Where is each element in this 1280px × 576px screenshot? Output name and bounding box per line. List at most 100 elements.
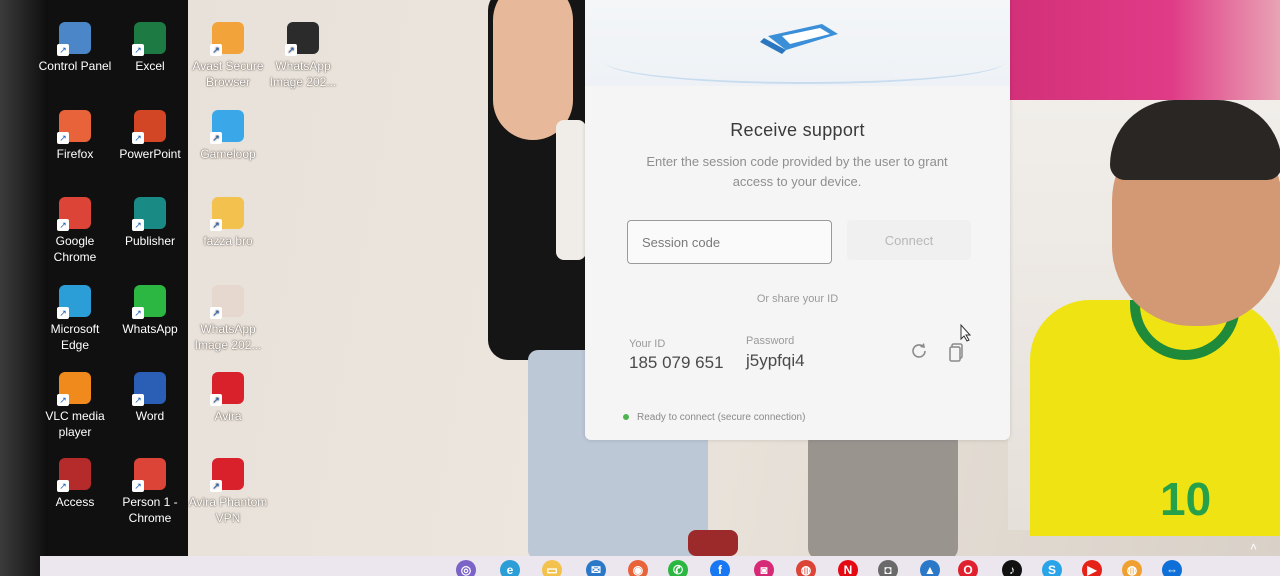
file-explorer-icon[interactable]: ▭: [542, 560, 562, 576]
dialog-title: Receive support: [730, 120, 865, 140]
connection-status: Ready to connect (secure connection): [623, 412, 805, 423]
shortcut-arrow-icon: ↗: [57, 132, 69, 144]
mouse-cursor-icon: [960, 324, 972, 342]
desktop-shortcut[interactable]: ↗ Avast Secure Browser: [188, 22, 268, 90]
taskbar: ◎ e ▭ ✉ ◉ ✆ f ◙ ◍ N ◘ ▲ O ♪ S ▶ ◍ ⇔: [40, 556, 1280, 576]
shortcut-arrow-icon: ↗: [210, 307, 222, 319]
desktop-shortcut[interactable]: ↗ Control Panel: [35, 22, 115, 74]
wallpaper-baby-hair: [1110, 100, 1280, 180]
avira-icon: ↗: [210, 372, 244, 406]
access-icon: ↗: [57, 458, 91, 492]
shortcut-arrow-icon: ↗: [57, 219, 69, 231]
shortcut-arrow-icon: ↗: [57, 307, 69, 319]
desktop-shortcut[interactable]: ↗ PowerPoint: [110, 110, 190, 162]
shortcut-arrow-icon: ↗: [210, 480, 222, 492]
shortcut-arrow-icon: ↗: [132, 132, 144, 144]
desktop-shortcut-label: VLC media player: [45, 409, 105, 439]
copy-id-icon[interactable]: [946, 340, 968, 362]
wallpaper-figure-arm: [493, 0, 573, 140]
dialog-header-banner: [585, 0, 1010, 86]
desktop-shortcut[interactable]: ↗ Avira Phantom VPN: [188, 458, 268, 526]
shortcut-arrow-icon: ↗: [210, 132, 222, 144]
publisher-icon: ↗: [132, 197, 166, 231]
mail-icon[interactable]: ✉: [586, 560, 606, 576]
dialog-description: Enter the session code provided by the u…: [646, 154, 948, 189]
photos-icon[interactable]: ▲: [920, 560, 940, 576]
skype-icon[interactable]: S: [1042, 560, 1062, 576]
teamviewer-icon[interactable]: ⇔: [1162, 560, 1182, 576]
desktop-shortcut[interactable]: ↗ Publisher: [110, 197, 190, 249]
avast-browser-icon: ↗: [210, 22, 244, 56]
facebook-icon[interactable]: f: [710, 560, 730, 576]
gameloop-icon: ↗: [210, 110, 244, 144]
image-file-icon: ↗: [210, 285, 244, 319]
wallpaper-shoe: [688, 530, 738, 556]
control-panel-icon: ↗: [57, 22, 91, 56]
status-text: Ready to connect (secure connection): [637, 412, 806, 423]
desktop-shortcut[interactable]: ↗ Excel: [110, 22, 190, 74]
desktop-shortcut-label: fazza bro: [203, 234, 253, 248]
desktop-shortcut-label: Microsoft Edge: [50, 322, 100, 352]
desktop-shortcut[interactable]: ↗ Person 1 - Chrome: [110, 458, 190, 526]
edge-taskbar-icon[interactable]: e: [500, 560, 520, 576]
desktop-shortcut[interactable]: ↗ Access: [35, 458, 115, 510]
session-code-input[interactable]: [627, 220, 832, 264]
chrome-profile-icon: ↗: [132, 458, 166, 492]
desktop-shortcut[interactable]: ↗ Firefox: [35, 110, 115, 162]
tray-chevron-up-icon[interactable]: ˄: [1250, 540, 1257, 554]
shortcut-arrow-icon: ↗: [57, 394, 69, 406]
opera-icon[interactable]: O: [958, 560, 978, 576]
whatsapp-icon: ↗: [132, 285, 166, 319]
avira-vpn-icon: ↗: [210, 458, 244, 492]
desktop-shortcut[interactable]: ↗ Microsoft Edge: [35, 285, 115, 353]
chrome-icon: ↗: [57, 197, 91, 231]
image-file-icon: ↗: [285, 22, 319, 56]
desktop-shortcut[interactable]: ↗ WhatsApp Image 202...: [188, 285, 268, 353]
desktop-shortcut-label: Google Chrome: [53, 234, 97, 264]
desktop-shortcut[interactable]: ↗ fazza bro: [188, 197, 268, 249]
refresh-password-icon[interactable]: [908, 340, 930, 362]
shortcut-arrow-icon: ↗: [57, 44, 69, 56]
receive-support-dialog: Receive support Enter the session code p…: [585, 0, 1010, 440]
excel-icon: ↗: [132, 22, 166, 56]
desktop-shortcut[interactable]: ↗ Word: [110, 372, 190, 424]
chrome-taskbar-icon[interactable]: ◍: [796, 560, 816, 576]
shortcut-arrow-icon: ↗: [132, 394, 144, 406]
password-value: j5ypfqi4: [746, 351, 805, 370]
desktop-shortcut-label: Avira Phantom VPN: [188, 495, 268, 525]
desktop-shortcut-label: Firefox: [56, 147, 94, 161]
password-label: Password: [746, 335, 795, 347]
desktop-shortcut[interactable]: ↗ VLC media player: [35, 372, 115, 440]
netflix-icon[interactable]: N: [838, 560, 858, 576]
desktop-shortcut-label: Publisher: [124, 234, 176, 248]
desktop-shortcut[interactable]: ↗ Gameloop: [188, 110, 268, 162]
laptop-icon: [760, 24, 838, 54]
shortcut-arrow-icon: ↗: [132, 219, 144, 231]
desktop-shortcut-label: PowerPoint: [119, 147, 181, 161]
desktop-shortcut[interactable]: ↗ Google Chrome: [35, 197, 115, 265]
shortcut-arrow-icon: ↗: [210, 219, 222, 231]
desktop-shortcut-label: Excel: [135, 59, 165, 73]
share-id-label: Or share your ID: [756, 293, 839, 305]
youtube-icon[interactable]: ▶: [1082, 560, 1102, 576]
chrome-profile-taskbar-icon[interactable]: ◍: [1122, 560, 1142, 576]
instagram-icon[interactable]: ◙: [754, 560, 774, 576]
folder-icon: ↗: [210, 197, 244, 231]
desktop-shortcut[interactable]: ↗ Avira: [188, 372, 268, 424]
firefox-taskbar-icon[interactable]: ◉: [628, 560, 648, 576]
shortcut-arrow-icon: ↗: [210, 394, 222, 406]
desktop-shortcut-label: WhatsApp: [122, 322, 178, 336]
desktop-shortcut[interactable]: ↗ WhatsApp: [110, 285, 190, 337]
edge-icon: ↗: [57, 285, 91, 319]
phone-link-icon[interactable]: ◎: [456, 560, 476, 576]
desktop-shortcut[interactable]: ↗ WhatsApp Image 202...: [263, 22, 343, 90]
tiktok-icon[interactable]: ♪: [1002, 560, 1022, 576]
whatsapp-taskbar-icon[interactable]: ✆: [668, 560, 688, 576]
powerpoint-icon: ↗: [132, 110, 166, 144]
desktop-shortcut-label: Access: [55, 495, 95, 509]
wallpaper-bag: [556, 120, 586, 260]
camera-icon[interactable]: ◘: [878, 560, 898, 576]
desktop-shortcut-label: Control Panel: [38, 59, 112, 73]
desktop-shortcut-label: Word: [135, 409, 165, 423]
connect-button[interactable]: Connect: [847, 220, 971, 260]
